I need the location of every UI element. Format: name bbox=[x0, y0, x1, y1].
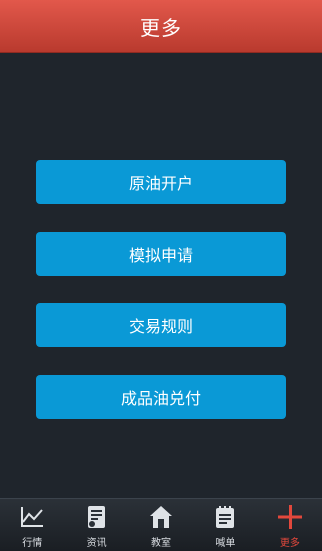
tab-calls[interactable]: 喊单 bbox=[193, 499, 257, 551]
page-title: 更多 bbox=[140, 15, 182, 40]
tab-more[interactable]: 更多 bbox=[258, 499, 322, 551]
tab-more-label: 更多 bbox=[279, 538, 300, 549]
notepad-icon bbox=[216, 506, 235, 528]
tab-classroom[interactable]: 教室 bbox=[129, 499, 193, 551]
bottom-tab-bar: 行情 资讯 教室 喊单 更多 bbox=[0, 498, 322, 551]
plus-icon bbox=[277, 505, 302, 529]
open-account-button[interactable]: 原油开户 bbox=[36, 160, 286, 204]
tab-news[interactable]: 资讯 bbox=[64, 499, 128, 551]
product-oil-redeem-button[interactable]: 成品油兑付 bbox=[36, 375, 286, 419]
demo-apply-button[interactable]: 模拟申请 bbox=[36, 232, 286, 276]
tab-market[interactable]: 行情 bbox=[0, 499, 64, 551]
chart-icon bbox=[21, 507, 44, 527]
trading-rules-button[interactable]: 交易规则 bbox=[36, 303, 286, 347]
tab-classroom-label: 教室 bbox=[151, 538, 172, 549]
news-icon bbox=[87, 506, 105, 528]
tab-calls-label: 喊单 bbox=[215, 538, 236, 549]
home-icon bbox=[150, 506, 173, 528]
header-bar: 更多 bbox=[0, 0, 322, 53]
tab-market-label: 行情 bbox=[22, 538, 43, 549]
tab-news-label: 资讯 bbox=[86, 538, 107, 549]
